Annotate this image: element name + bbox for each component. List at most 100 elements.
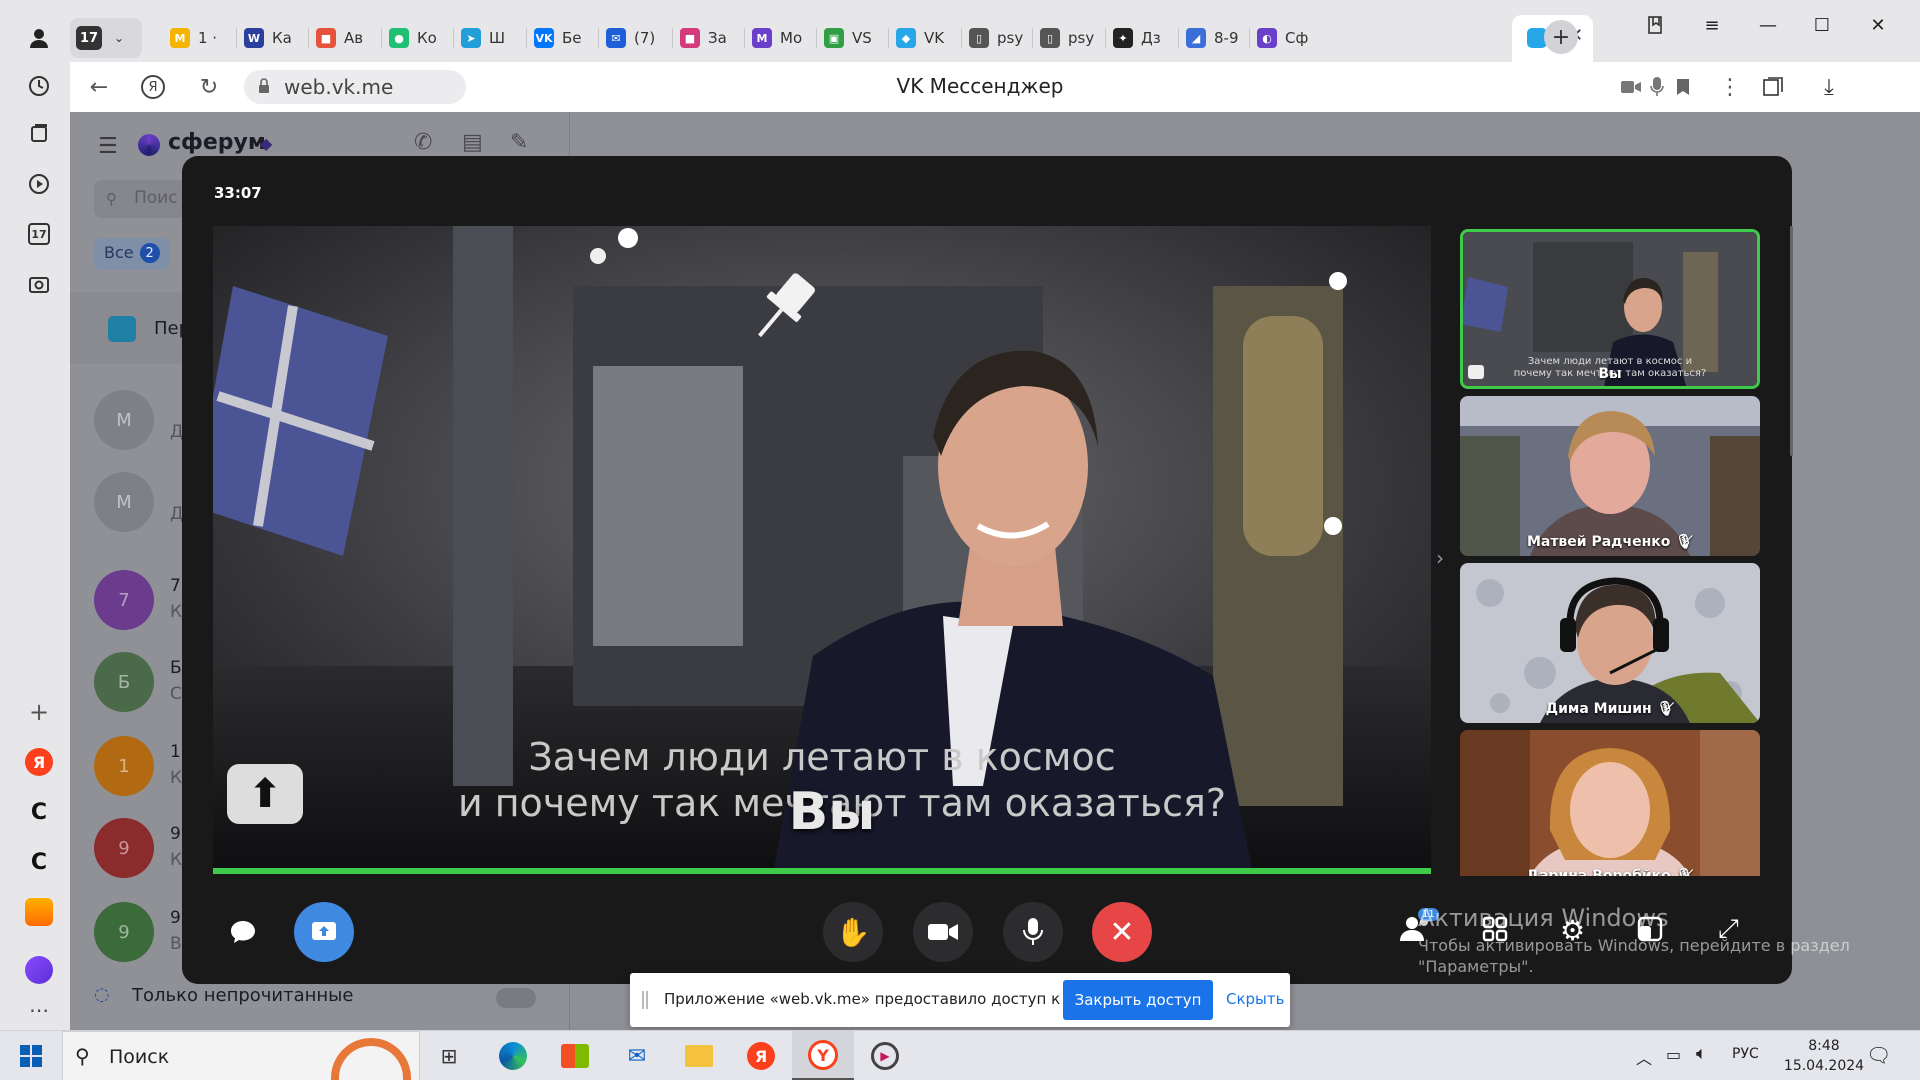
new-tab-button[interactable]: +	[1544, 20, 1578, 54]
tray-chevron-icon[interactable]: ︿	[1636, 1045, 1652, 1069]
drag-handle-icon[interactable]	[642, 991, 648, 1009]
filter-all-chip[interactable]: Все 2	[94, 238, 170, 270]
participant-tile[interactable]: Дима Мишин 🎙︎̸	[1460, 563, 1760, 723]
browser-tab[interactable]: ■ Ав	[316, 18, 376, 58]
tab-favicon-icon: ▯	[969, 28, 989, 48]
screen-share-notification: Приложение «web.vk.me» предоставило дост…	[630, 973, 1290, 1027]
more-icon[interactable]: ⋯	[23, 994, 55, 1026]
collections-icon[interactable]	[23, 118, 55, 150]
taskbar-search[interactable]: ⚲ Поиск	[62, 1031, 420, 1080]
browser-tab[interactable]: M 1 ·	[170, 18, 230, 58]
participant-tile[interactable]: Дарина Воробйко 🎙︎̸	[1460, 730, 1760, 876]
avatar-initial: 9	[118, 837, 130, 859]
browser-tab[interactable]: W Ка	[244, 18, 304, 58]
more-options-icon[interactable]: ⋮	[1717, 74, 1743, 100]
mail-app-icon[interactable]	[23, 896, 55, 928]
tile-video-darina	[1460, 730, 1760, 876]
edge-icon[interactable]	[496, 1039, 530, 1073]
tab-favicon-icon: ▣	[824, 28, 844, 48]
video-icon[interactable]	[23, 168, 55, 200]
store-icon[interactable]	[558, 1039, 592, 1073]
participant-tile[interactable]: Зачем люди летают в космос и почему так …	[1460, 229, 1760, 389]
browser-tab[interactable]: ◐ Сф	[1257, 18, 1317, 58]
minimize-button[interactable]: —	[1748, 10, 1788, 40]
screenshot-icon[interactable]	[23, 268, 55, 300]
main-video[interactable]: ⬆ Зачем люди летают в космос и почему та…	[213, 226, 1431, 874]
bookmarks-panel-icon[interactable]	[1636, 10, 1676, 40]
yandex-app-icon[interactable]: Я	[744, 1039, 778, 1073]
chat-title: 9	[170, 908, 181, 928]
task-view-icon[interactable]: ⊞	[432, 1039, 466, 1073]
browser-tab[interactable]: M Мо	[752, 18, 812, 58]
language-indicator[interactable]: РУС	[1732, 1046, 1759, 1062]
avatar-initial: 9	[118, 921, 130, 943]
browser-tab[interactable]: ➤ Ш	[461, 18, 521, 58]
clock[interactable]: 8:48 15.04.2024	[1776, 1036, 1872, 1076]
yandex-browser-taskbar-item[interactable]: Y	[792, 1031, 854, 1080]
screen-share-button[interactable]	[294, 902, 354, 962]
mic-permission-icon[interactable]	[1644, 74, 1670, 100]
compose-icon[interactable]: ✎	[510, 130, 528, 155]
browser-tab[interactable]: ▯ psy	[1040, 18, 1100, 58]
notifications-icon[interactable]: 🗨︎	[1866, 1043, 1891, 1067]
participant-tile[interactable]: Матвей Радченко 🎙︎̸	[1460, 396, 1760, 556]
browser-tab[interactable]: ◢ 8-9	[1186, 18, 1246, 58]
add-icon[interactable]: +	[23, 696, 55, 728]
browser-tab[interactable]: ✦ Дз	[1113, 18, 1173, 58]
camera-permission-icon[interactable]	[1618, 74, 1644, 100]
chevron-right-icon[interactable]: ›	[1436, 546, 1444, 570]
browser-tab[interactable]: ■ За	[680, 18, 740, 58]
archive-icon[interactable]: ▤	[462, 130, 483, 155]
call-add-icon[interactable]: ✆	[414, 130, 432, 155]
start-button[interactable]	[14, 1039, 48, 1073]
tab-group-button[interactable]: 17 ⌄	[70, 18, 142, 58]
tab-separator	[453, 28, 454, 48]
unread-toggle[interactable]	[496, 988, 536, 1008]
search-icon: ⚲	[75, 1044, 90, 1068]
app-c2-icon[interactable]: C	[23, 846, 55, 878]
explorer-icon[interactable]	[682, 1039, 716, 1073]
hang-up-button[interactable]: ✕	[1092, 902, 1152, 962]
hide-button[interactable]: Скрыть	[1226, 990, 1284, 1008]
chat-preview: С	[170, 684, 182, 704]
chat-title: 7	[170, 576, 181, 596]
menu-icon[interactable]: ≡	[1692, 10, 1732, 40]
bookmark-icon[interactable]	[1670, 74, 1696, 100]
raise-hand-button[interactable]: ✋	[823, 902, 883, 962]
calendar-icon[interactable]: 17	[23, 218, 55, 250]
browser-tab[interactable]: ◆ VK	[896, 18, 956, 58]
download-icon[interactable]: ⤓	[1816, 74, 1842, 100]
browser-tab[interactable]: ● Ко	[389, 18, 449, 58]
chat-preview: К	[170, 850, 183, 870]
close-access-button[interactable]: Закрыть доступ	[1063, 980, 1213, 1020]
history-icon[interactable]	[23, 70, 55, 102]
app-c-icon[interactable]: C	[23, 796, 55, 828]
microphone-button[interactable]	[1003, 902, 1063, 962]
mail-icon[interactable]: ✉	[620, 1039, 654, 1073]
maximize-button[interactable]: ☐	[1802, 10, 1842, 40]
profile-icon[interactable]	[23, 22, 55, 54]
browser-tab[interactable]: VK Бе	[534, 18, 594, 58]
tiles-scrollbar[interactable]	[1790, 226, 1793, 456]
hamburger-icon[interactable]: ☰	[98, 134, 118, 159]
tab-favicon-icon: ➤	[461, 28, 481, 48]
avatar-initial: 7	[118, 589, 130, 611]
battery-icon[interactable]: ▭	[1666, 1045, 1681, 1064]
main-video-label: Вы	[788, 782, 876, 842]
browser-tab[interactable]: ▣ VS	[824, 18, 884, 58]
tab-separator	[381, 28, 382, 48]
chat-button[interactable]	[213, 902, 273, 962]
tab-favicon-icon: ■	[680, 28, 700, 48]
close-window-button[interactable]: ✕	[1858, 10, 1898, 40]
yandex-icon[interactable]: Я	[23, 746, 55, 778]
tab-label: psy	[1068, 29, 1095, 47]
volume-icon[interactable]: 🔈︎	[1696, 1043, 1707, 1064]
browser-tab[interactable]: ✉ (7)	[606, 18, 666, 58]
camera-button[interactable]	[913, 902, 973, 962]
browser-tab[interactable]: ▯ psy	[969, 18, 1029, 58]
media-player-icon[interactable]: ▶	[868, 1039, 902, 1073]
reader-icon[interactable]	[1760, 74, 1786, 100]
chat-bubble-icon	[231, 921, 255, 943]
alice-icon[interactable]	[23, 954, 55, 986]
avatar: 9	[94, 902, 154, 962]
